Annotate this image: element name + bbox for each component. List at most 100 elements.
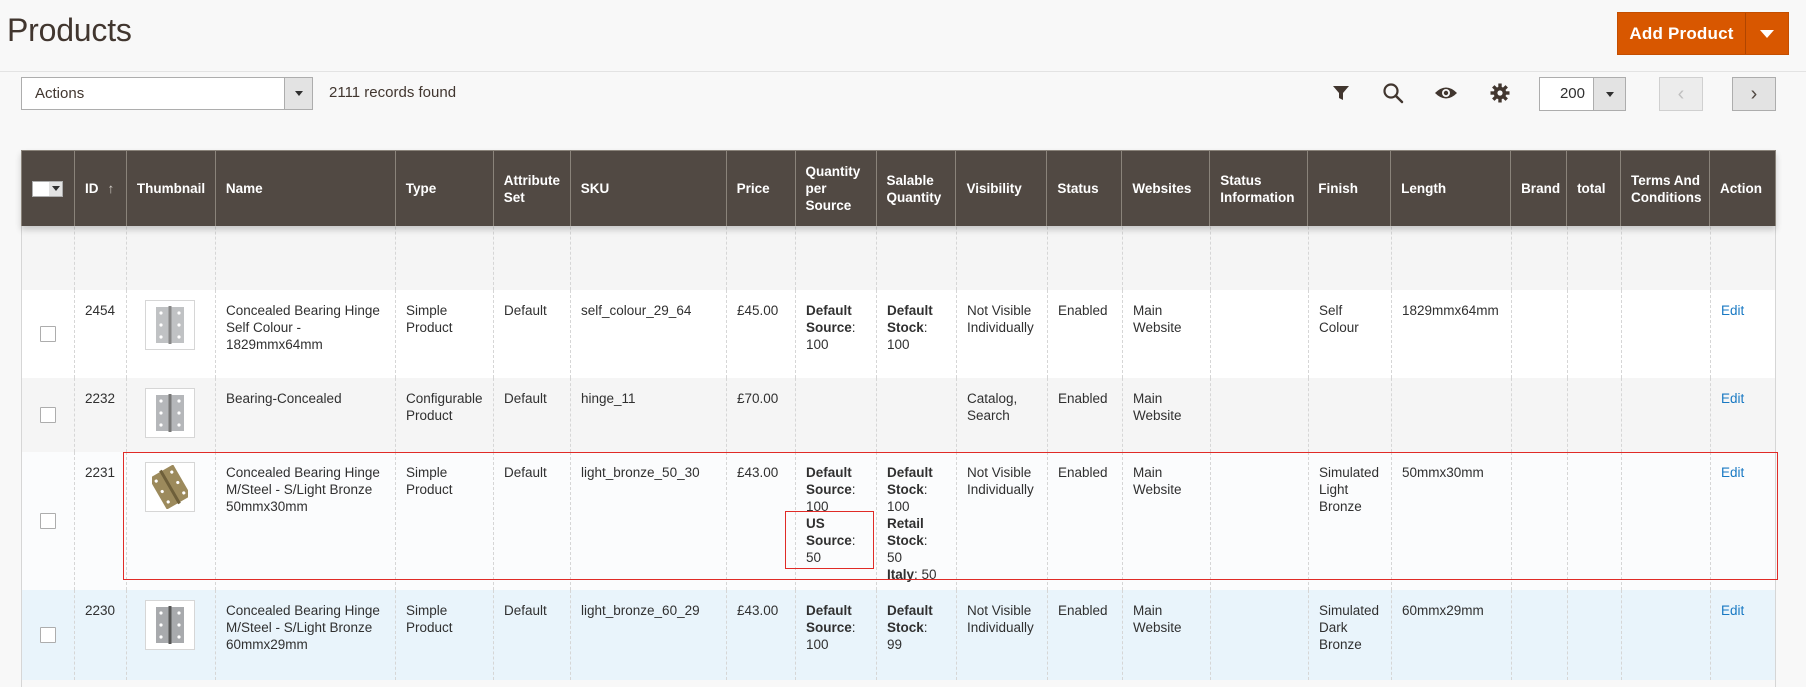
product-thumbnail[interactable] [145, 388, 195, 438]
add-product-button[interactable]: Add Product [1618, 13, 1745, 54]
table-row[interactable]: 2454 Concealed Bearing Hinge Self Colour… [22, 290, 1775, 378]
table-row[interactable]: Concealed Bearing Hinge Self Colour - 18… [22, 226, 1775, 290]
column-header-finish[interactable]: Finish [1308, 151, 1392, 226]
column-header-websites[interactable]: Websites [1122, 151, 1211, 226]
row-checkbox[interactable] [40, 326, 56, 342]
grid-header-row: ID ↑ Thumbnail Name Type Attribute Set S… [21, 150, 1776, 226]
filter-button[interactable] [1328, 80, 1354, 106]
cell-attribute-set: Default [494, 226, 571, 290]
chevron-right-icon: › [1750, 82, 1758, 105]
row-checkbox[interactable] [40, 627, 56, 643]
source-quantity: Default Source: 100 [806, 465, 856, 514]
stock-label: Retail Stock [887, 516, 924, 548]
source-value: 50 [806, 550, 822, 565]
add-product-type-toggle[interactable] [1745, 13, 1788, 54]
table-row[interactable]: 2232 Bearing-Concealed Configurable Produ… [22, 378, 1775, 452]
column-header-price[interactable]: Price [727, 151, 796, 226]
cell-finish: Self Colour [1309, 226, 1392, 290]
stock-label: Default Stock [887, 303, 933, 335]
cell-total [1568, 290, 1622, 378]
cell-name: Concealed Bearing Hinge Self Colour - 18… [216, 226, 396, 290]
column-header-visibility[interactable]: Visibility [956, 151, 1048, 226]
table-row[interactable]: 2231 Concealed Bearing Hinge M/Steel - S… [22, 452, 1775, 590]
columns-view-button[interactable] [1433, 80, 1459, 106]
cell-finish [1309, 378, 1392, 452]
edit-link[interactable]: Edit [1721, 465, 1744, 480]
cell-thumbnail [127, 226, 216, 290]
product-thumbnail[interactable] [145, 300, 195, 350]
grid-settings-button[interactable] [1487, 80, 1513, 106]
mass-actions-dropdown[interactable]: Actions [21, 77, 313, 110]
cell-status-information [1211, 226, 1309, 290]
cell-length [1392, 378, 1512, 452]
source-quantity: Default Source: 100 [806, 303, 856, 352]
column-header-total[interactable]: total [1567, 151, 1622, 226]
cell-quantity-per-source: Default Source: 100 [796, 226, 877, 290]
cell-salable-quantity: Default Stock: 100 Retail Stock: 50 Italy:… [877, 452, 957, 590]
select-all-control[interactable] [22, 151, 75, 226]
cell-action [1711, 226, 1775, 290]
stock-quantity: Retail Stock: 50 [887, 516, 928, 565]
cell-websites: Main Website [1123, 226, 1211, 290]
product-thumbnail[interactable] [145, 600, 195, 650]
column-header-length[interactable]: Length [1391, 151, 1512, 226]
next-page-button[interactable]: › [1732, 77, 1776, 111]
column-header-id[interactable]: ID ↑ [75, 151, 127, 226]
cell-status-information [1211, 452, 1309, 590]
row-select-cell [22, 452, 75, 590]
cell-type: Simple Product [396, 590, 494, 680]
filter-icon [1333, 86, 1349, 100]
sort-ascending-icon: ↑ [107, 181, 115, 196]
cell-thumbnail [127, 378, 216, 452]
cell-name: Bearing-Concealed [216, 378, 396, 452]
cell-action: Edit [1711, 452, 1775, 590]
search-button[interactable] [1380, 80, 1406, 106]
cell-price: £43.00 [727, 452, 796, 590]
chevron-down-icon [51, 186, 60, 191]
hinge-image-icon [156, 306, 184, 344]
cell-name: Concealed Bearing Hinge M/Steel - S/Ligh… [216, 452, 396, 590]
cell-websites: Main Website [1123, 590, 1211, 680]
mass-select-dropdown[interactable] [32, 180, 64, 197]
column-header-terms-and-conditions[interactable]: Terms And Conditions [1621, 151, 1711, 226]
per-page-toggle[interactable] [1593, 78, 1625, 110]
table-row[interactable]: 2230 Concealed Bearing Hinge M/Steel - S… [22, 590, 1775, 680]
column-header-brand[interactable]: Brand [1511, 151, 1568, 226]
column-header-sku[interactable]: SKU [571, 151, 727, 226]
select-all-checkbox[interactable] [33, 181, 50, 196]
mass-select-toggle[interactable] [49, 181, 63, 196]
row-select-cell [22, 590, 75, 680]
column-header-action: Action [1720, 181, 1763, 196]
column-header-name[interactable]: Name [216, 151, 396, 226]
hinge-image-icon [152, 465, 188, 509]
row-checkbox[interactable] [40, 407, 56, 423]
cell-price: £45.00 [727, 290, 796, 378]
edit-link[interactable]: Edit [1721, 303, 1744, 318]
previous-page-button[interactable]: ‹ [1659, 77, 1703, 111]
column-header-attribute-set[interactable]: Attribute Set [494, 151, 571, 226]
column-header-status[interactable]: Status [1047, 151, 1123, 226]
row-checkbox[interactable] [40, 513, 56, 529]
cell-salable-quantity: Default Stock: 100 [877, 226, 957, 290]
per-page-select[interactable]: 200 [1539, 77, 1626, 111]
edit-link[interactable]: Edit [1721, 603, 1744, 618]
cell-quantity-per-source: Default Source: 100 [796, 590, 877, 680]
cell-status-information [1211, 290, 1309, 378]
source-value: 100 [806, 337, 829, 352]
cell-status: Enabled [1048, 290, 1123, 378]
cell-visibility: Catalog, Search [957, 378, 1048, 452]
source-value: 100 [806, 499, 829, 514]
edit-link[interactable]: Edit [1721, 391, 1744, 406]
cell-websites: Main Website [1123, 452, 1211, 590]
column-header-type[interactable]: Type [396, 151, 494, 226]
product-thumbnail[interactable] [145, 462, 195, 512]
stock-value: 100 [887, 499, 910, 514]
cell-action: Edit [1711, 290, 1775, 378]
stock-quantity: Default Stock: 100 [887, 465, 933, 514]
column-header-status-information[interactable]: Status Information [1210, 151, 1309, 226]
cell-terms-and-conditions [1622, 378, 1711, 452]
cell-visibility: Not Visible Individually [957, 290, 1048, 378]
stock-label: Default Stock [887, 603, 933, 635]
dropdown-toggle[interactable] [284, 78, 312, 109]
per-page-value: 200 [1559, 85, 1585, 102]
